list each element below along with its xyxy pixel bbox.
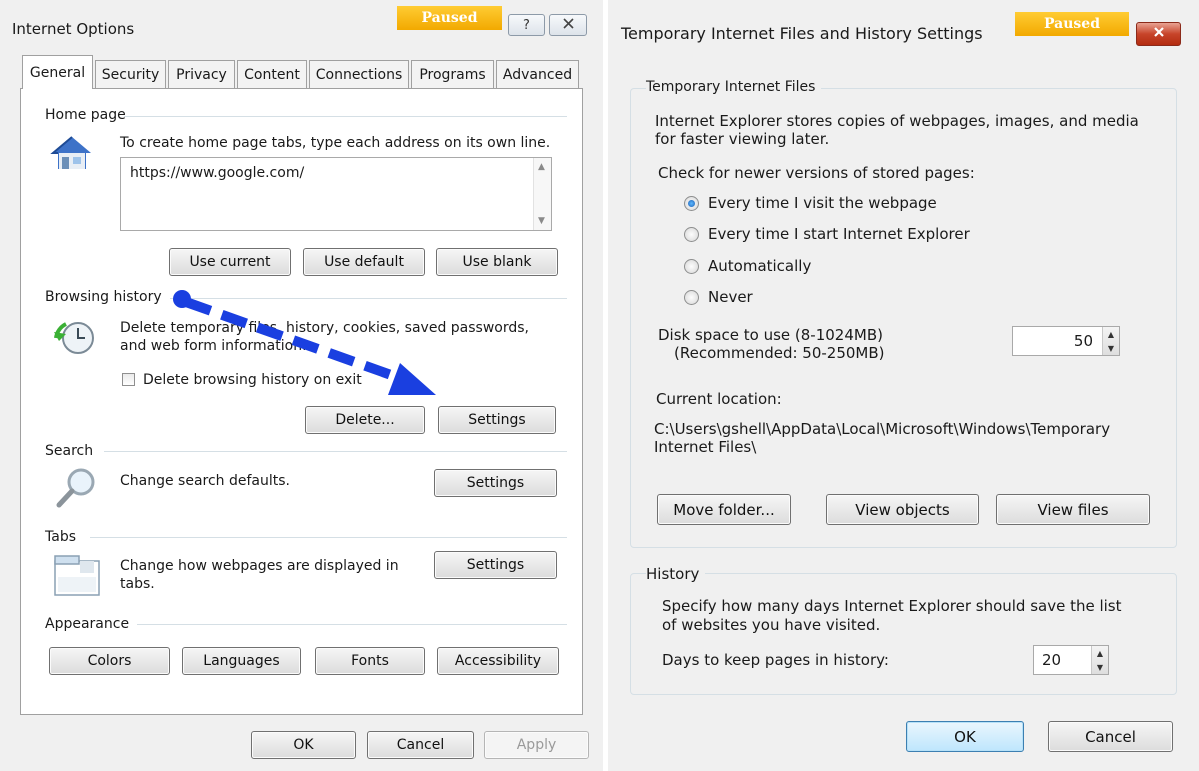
search-description: Change search defaults. bbox=[120, 473, 291, 489]
history-description-line2: of websites you have visited. bbox=[662, 616, 881, 634]
search-divider bbox=[104, 451, 567, 452]
tabs-divider bbox=[90, 537, 567, 538]
home-page-description: To create home page tabs, type each addr… bbox=[120, 135, 551, 151]
disk-space-label: Disk space to use (8-1024MB) bbox=[658, 326, 883, 344]
tab-security[interactable]: Security bbox=[95, 60, 166, 88]
search-label: Search bbox=[45, 443, 94, 459]
tabs-icon bbox=[54, 555, 100, 601]
disk-space-value: 50 bbox=[1073, 332, 1093, 350]
history-group bbox=[630, 573, 1177, 695]
temp-files-description-line1: Internet Explorer stores copies of webpa… bbox=[655, 112, 1139, 130]
search-settings-button[interactable]: Settings bbox=[434, 469, 557, 497]
tabs-description-line1: Change how webpages are displayed in bbox=[120, 558, 399, 574]
scroll-up-icon[interactable]: ▲ bbox=[538, 162, 545, 172]
magnifier-icon bbox=[53, 465, 99, 515]
appearance-divider bbox=[137, 624, 567, 625]
close-icon bbox=[1153, 26, 1165, 42]
home-divider bbox=[124, 116, 567, 117]
view-objects-button[interactable]: View objects bbox=[826, 494, 979, 525]
days-to-keep-spinner[interactable]: 20 ▲ ▼ bbox=[1033, 645, 1109, 675]
history-description-line1: Specify how many days Internet Explorer … bbox=[662, 597, 1122, 615]
scroll-down-icon[interactable]: ▼ bbox=[538, 216, 545, 226]
close-button[interactable] bbox=[1136, 22, 1181, 46]
window-title: Temporary Internet Files and History Set… bbox=[621, 24, 983, 43]
tab-connections[interactable]: Connections bbox=[309, 60, 409, 88]
tabs-settings-button[interactable]: Settings bbox=[434, 551, 557, 579]
current-location-label: Current location: bbox=[656, 390, 782, 408]
ok-button[interactable]: OK bbox=[906, 721, 1024, 752]
delete-history-button[interactable]: Delete... bbox=[305, 406, 425, 434]
move-folder-button[interactable]: Move folder... bbox=[657, 494, 791, 525]
delete-on-exit-checkbox[interactable] bbox=[122, 373, 135, 386]
radio-never[interactable] bbox=[684, 290, 699, 305]
annotation-arrow bbox=[173, 290, 436, 395]
fonts-button[interactable]: Fonts bbox=[315, 647, 425, 675]
appearance-label: Appearance bbox=[45, 616, 130, 632]
tabs-description-line2: tabs. bbox=[120, 576, 155, 592]
temp-files-group bbox=[630, 88, 1177, 548]
disk-space-spin-buttons[interactable]: ▲ ▼ bbox=[1102, 327, 1119, 355]
current-location-path-line2: Internet Files\ bbox=[654, 438, 757, 456]
days-to-keep-label: Days to keep pages in history: bbox=[662, 651, 889, 669]
tab-content[interactable]: Content bbox=[237, 60, 307, 88]
help-icon: ? bbox=[523, 17, 530, 33]
title-bar: Internet Options Paused ? bbox=[0, 0, 603, 40]
history-settings-button[interactable]: Settings bbox=[438, 406, 556, 434]
spin-up-icon[interactable]: ▲ bbox=[1092, 646, 1108, 660]
radio-every-start-label: Every time I start Internet Explorer bbox=[708, 225, 970, 243]
close-icon bbox=[562, 17, 574, 33]
current-location-path-line1: C:\Users\gshell\AppData\Local\Microsoft\… bbox=[654, 420, 1111, 438]
close-button[interactable] bbox=[549, 14, 587, 36]
tab-programs[interactable]: Programs bbox=[411, 60, 494, 88]
home-page-label: Home page bbox=[45, 107, 126, 123]
cancel-button[interactable]: Cancel bbox=[367, 731, 474, 759]
ok-button[interactable]: OK bbox=[251, 731, 356, 759]
days-to-keep-value: 20 bbox=[1042, 651, 1062, 669]
home-icon bbox=[50, 134, 94, 176]
spin-down-icon[interactable]: ▼ bbox=[1103, 341, 1119, 355]
use-default-button[interactable]: Use default bbox=[303, 248, 425, 276]
days-spin-buttons[interactable]: ▲ ▼ bbox=[1091, 646, 1108, 674]
history-group-label: History bbox=[646, 565, 706, 583]
radio-never-label: Never bbox=[708, 288, 753, 306]
temp-files-settings-dialog: Temporary Internet Files and History Set… bbox=[608, 0, 1199, 771]
colors-button[interactable]: Colors bbox=[49, 647, 170, 675]
tab-general[interactable]: General bbox=[22, 55, 93, 89]
use-current-button[interactable]: Use current bbox=[169, 248, 291, 276]
radio-automatically-label: Automatically bbox=[708, 257, 812, 275]
disk-space-recommended: (Recommended: 50-250MB) bbox=[674, 344, 885, 362]
paused-badge: Paused bbox=[397, 6, 502, 30]
history-clock-icon bbox=[52, 318, 96, 362]
temp-files-description-line2: for faster viewing later. bbox=[655, 130, 830, 148]
languages-button[interactable]: Languages bbox=[182, 647, 301, 675]
radio-automatically[interactable] bbox=[684, 259, 699, 274]
apply-button[interactable]: Apply bbox=[484, 731, 589, 759]
tab-privacy[interactable]: Privacy bbox=[168, 60, 235, 88]
home-page-url-input[interactable]: https://www.google.com/ ▲ ▼ bbox=[120, 157, 552, 231]
cancel-button[interactable]: Cancel bbox=[1048, 721, 1173, 752]
use-blank-button[interactable]: Use blank bbox=[436, 248, 558, 276]
help-button[interactable]: ? bbox=[508, 14, 545, 36]
paused-badge: Paused bbox=[1015, 12, 1129, 36]
accessibility-button[interactable]: Accessibility bbox=[437, 647, 559, 675]
temp-files-group-label: Temporary Internet Files bbox=[646, 79, 822, 95]
home-url-scrollbar[interactable]: ▲ ▼ bbox=[533, 158, 551, 230]
spin-down-icon[interactable]: ▼ bbox=[1092, 660, 1108, 674]
view-files-button[interactable]: View files bbox=[996, 494, 1150, 525]
radio-every-visit-label: Every time I visit the webpage bbox=[708, 194, 937, 212]
radio-every-visit[interactable] bbox=[684, 196, 699, 211]
home-page-url-text: https://www.google.com/ bbox=[130, 165, 305, 181]
browsing-history-label: Browsing history bbox=[45, 289, 162, 305]
tabs-group-label: Tabs bbox=[45, 529, 76, 545]
tab-advanced[interactable]: Advanced bbox=[496, 60, 579, 88]
spin-up-icon[interactable]: ▲ bbox=[1103, 327, 1119, 341]
radio-every-start[interactable] bbox=[684, 227, 699, 242]
check-newer-label: Check for newer versions of stored pages… bbox=[658, 164, 975, 182]
disk-space-spinner[interactable]: 50 ▲ ▼ bbox=[1012, 326, 1120, 356]
window-title: Internet Options bbox=[12, 20, 135, 38]
